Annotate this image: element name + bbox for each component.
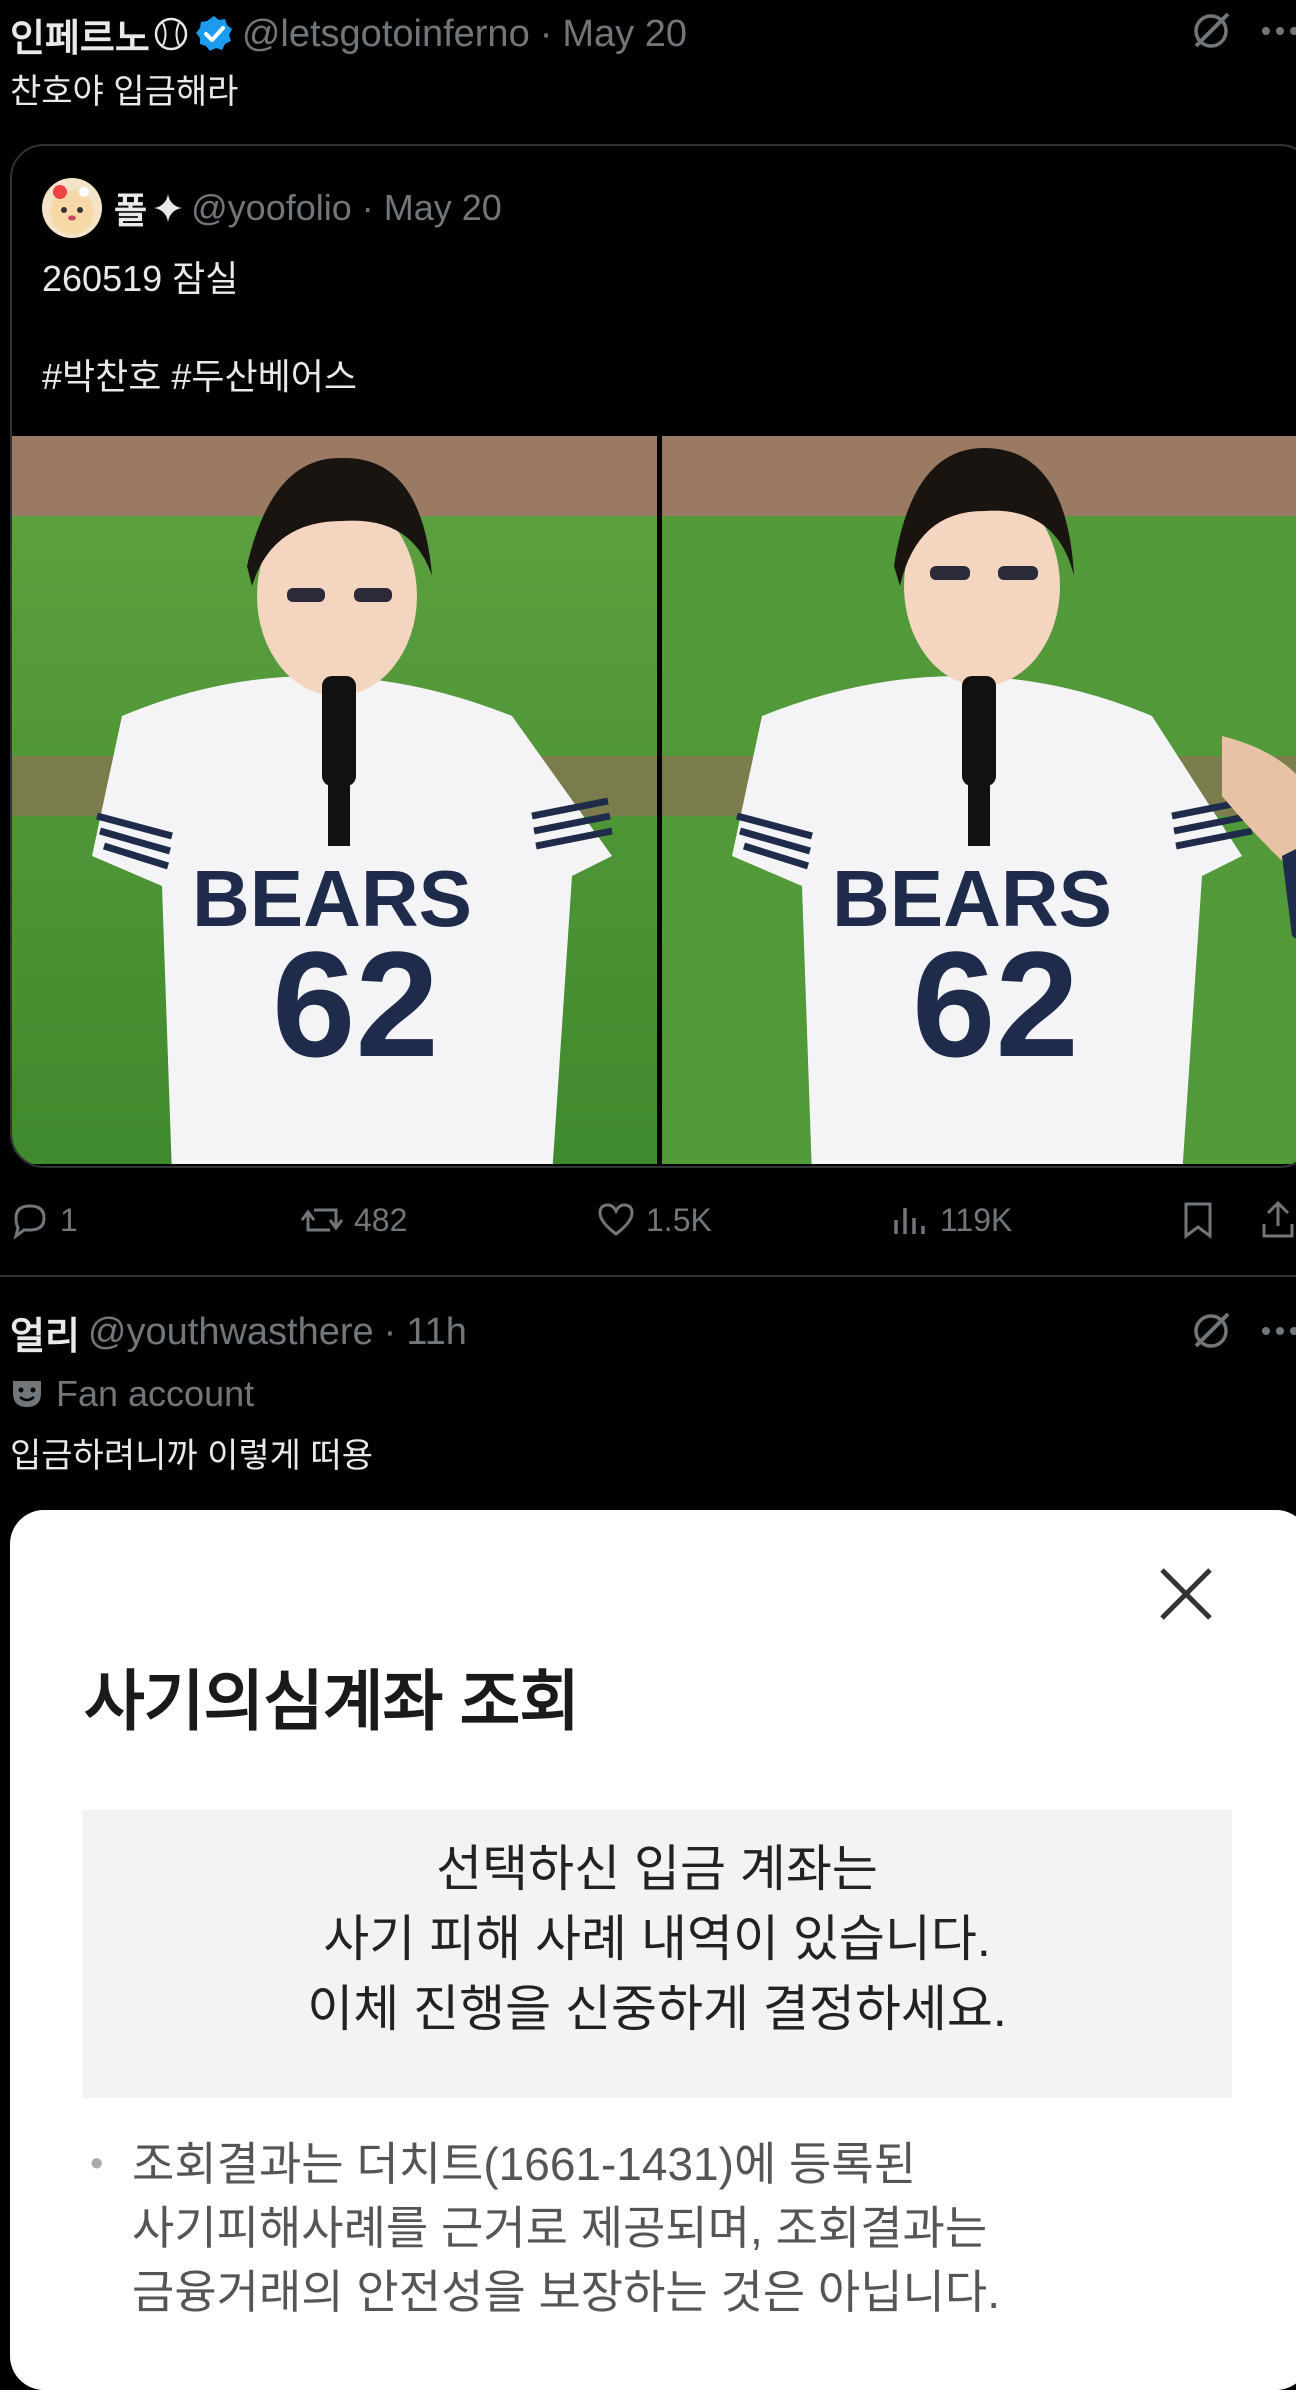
tweet-action-bar: 1 482 1.5K 119K (10, 1190, 1296, 1250)
author-name[interactable]: 인페르노 (10, 7, 150, 62)
author-handle[interactable]: @youthwasthere (88, 1311, 374, 1354)
more-options-icon[interactable] (1260, 1325, 1296, 1337)
jersey-number: 62 (272, 920, 439, 1088)
tweet-photo-1[interactable]: BEARS 62 (12, 436, 657, 1164)
quoted-tweet[interactable]: 폴 @yoofolio · May 20 260519 잠실 #박찬호 #두산베… (10, 144, 1296, 1168)
reply-count: 1 (60, 1201, 78, 1238)
verified-badge-icon (194, 14, 234, 54)
tweet-photo-2[interactable]: BEARS 62 (662, 436, 1296, 1164)
more-options-icon[interactable] (1260, 25, 1296, 37)
views-button[interactable]: 119K (890, 1190, 1012, 1250)
attached-image-fraud-check[interactable]: 사기의심계좌 조회 선택하신 입금 계좌는 사기 피해 사례 내역이 있습니다.… (10, 1510, 1296, 2390)
grok-icon[interactable] (1190, 10, 1232, 52)
notice-line: 조회결과는 더치트(1661-1431)에 등록된 (132, 2138, 917, 2190)
repost-count: 482 (354, 1201, 408, 1238)
baseball-emoji-icon (154, 17, 188, 51)
view-count: 119K (940, 1201, 1013, 1238)
tweet-date[interactable]: May 20 (562, 13, 687, 56)
warning-line: 사기 피해 사례 내역이 있습니다. (323, 1911, 991, 1967)
repost-icon (300, 1200, 344, 1240)
fan-account-text: Fan account (56, 1373, 255, 1414)
quoted-tweet-text-line1: 260519 잠실 (42, 258, 239, 299)
warning-box: 선택하신 입금 계좌는 사기 피해 사례 내역이 있습니다. 이체 진행을 신중… (82, 1810, 1232, 2098)
sparkle-icon (153, 193, 183, 223)
avatar[interactable] (42, 178, 102, 238)
tweet2-header-actions (1190, 1310, 1296, 1352)
author-handle[interactable]: @letsgotoinferno (242, 13, 530, 56)
reply-button[interactable]: 1 (10, 1190, 78, 1250)
notice-line: 사기피해사례를 근거로 제공되며, 조회결과는 (132, 2202, 988, 2254)
like-button[interactable]: 1.5K (596, 1190, 712, 1250)
quoted-tweet-header: 폴 @yoofolio · May 20 (42, 176, 502, 240)
author-name[interactable]: 얼리 (10, 1305, 80, 1360)
repost-button[interactable]: 482 (300, 1190, 407, 1250)
quoted-author-handle[interactable]: @yoofolio (191, 187, 352, 229)
notice-line: 금융거래의 안전성을 보장하는 것은 아닙니다. (132, 2266, 1000, 2318)
tweet-text: 찬호야 입금해라 (10, 73, 239, 111)
notice-text: • 조회결과는 더치트(1661-1431)에 등록된 사기피해사례를 근거로 … (86, 2132, 1186, 2324)
warning-line: 선택하신 입금 계좌는 (436, 1841, 878, 1897)
bullet: • (90, 2143, 104, 2185)
close-icon (1158, 1566, 1214, 1622)
jersey-number: 62 (912, 920, 1079, 1088)
quoted-author-name[interactable]: 폴 (114, 182, 147, 234)
quoted-tweet-hashtags[interactable]: #박찬호 #두산베어스 (42, 348, 357, 400)
sheet-title: 사기의심계좌 조회 (84, 1664, 580, 1738)
tweet-header: 얼리 @youthwasthere · 11h (10, 1302, 467, 1362)
grok-icon[interactable] (1190, 1310, 1232, 1352)
bookmark-button[interactable] (1180, 1190, 1216, 1250)
theater-masks-icon (10, 1377, 44, 1411)
bookmark-icon (1180, 1200, 1216, 1240)
tweet-text: 입금하려니까 이렇게 떠용 (10, 1437, 373, 1475)
tweet-header: 인페르노 @letsgotoinferno · May 20 (10, 6, 687, 62)
separator: · (383, 1310, 397, 1353)
warning-line: 이체 진행을 신중하게 결정하세요. (307, 1981, 1007, 2037)
heart-icon (596, 1200, 636, 1240)
reply-icon (10, 1200, 50, 1240)
separator: · (361, 187, 374, 228)
share-button[interactable] (1260, 1190, 1296, 1250)
like-count: 1.5K (646, 1201, 712, 1238)
analytics-icon (890, 1200, 930, 1240)
separator: · (539, 12, 553, 55)
share-icon (1260, 1200, 1296, 1240)
quoted-tweet-date[interactable]: May 20 (384, 187, 502, 229)
tweet1-header-actions (1190, 10, 1296, 52)
fan-account-label: Fan account (10, 1368, 254, 1420)
tweet-divider (0, 1275, 1296, 1277)
tweet-time[interactable]: 11h (406, 1311, 467, 1354)
